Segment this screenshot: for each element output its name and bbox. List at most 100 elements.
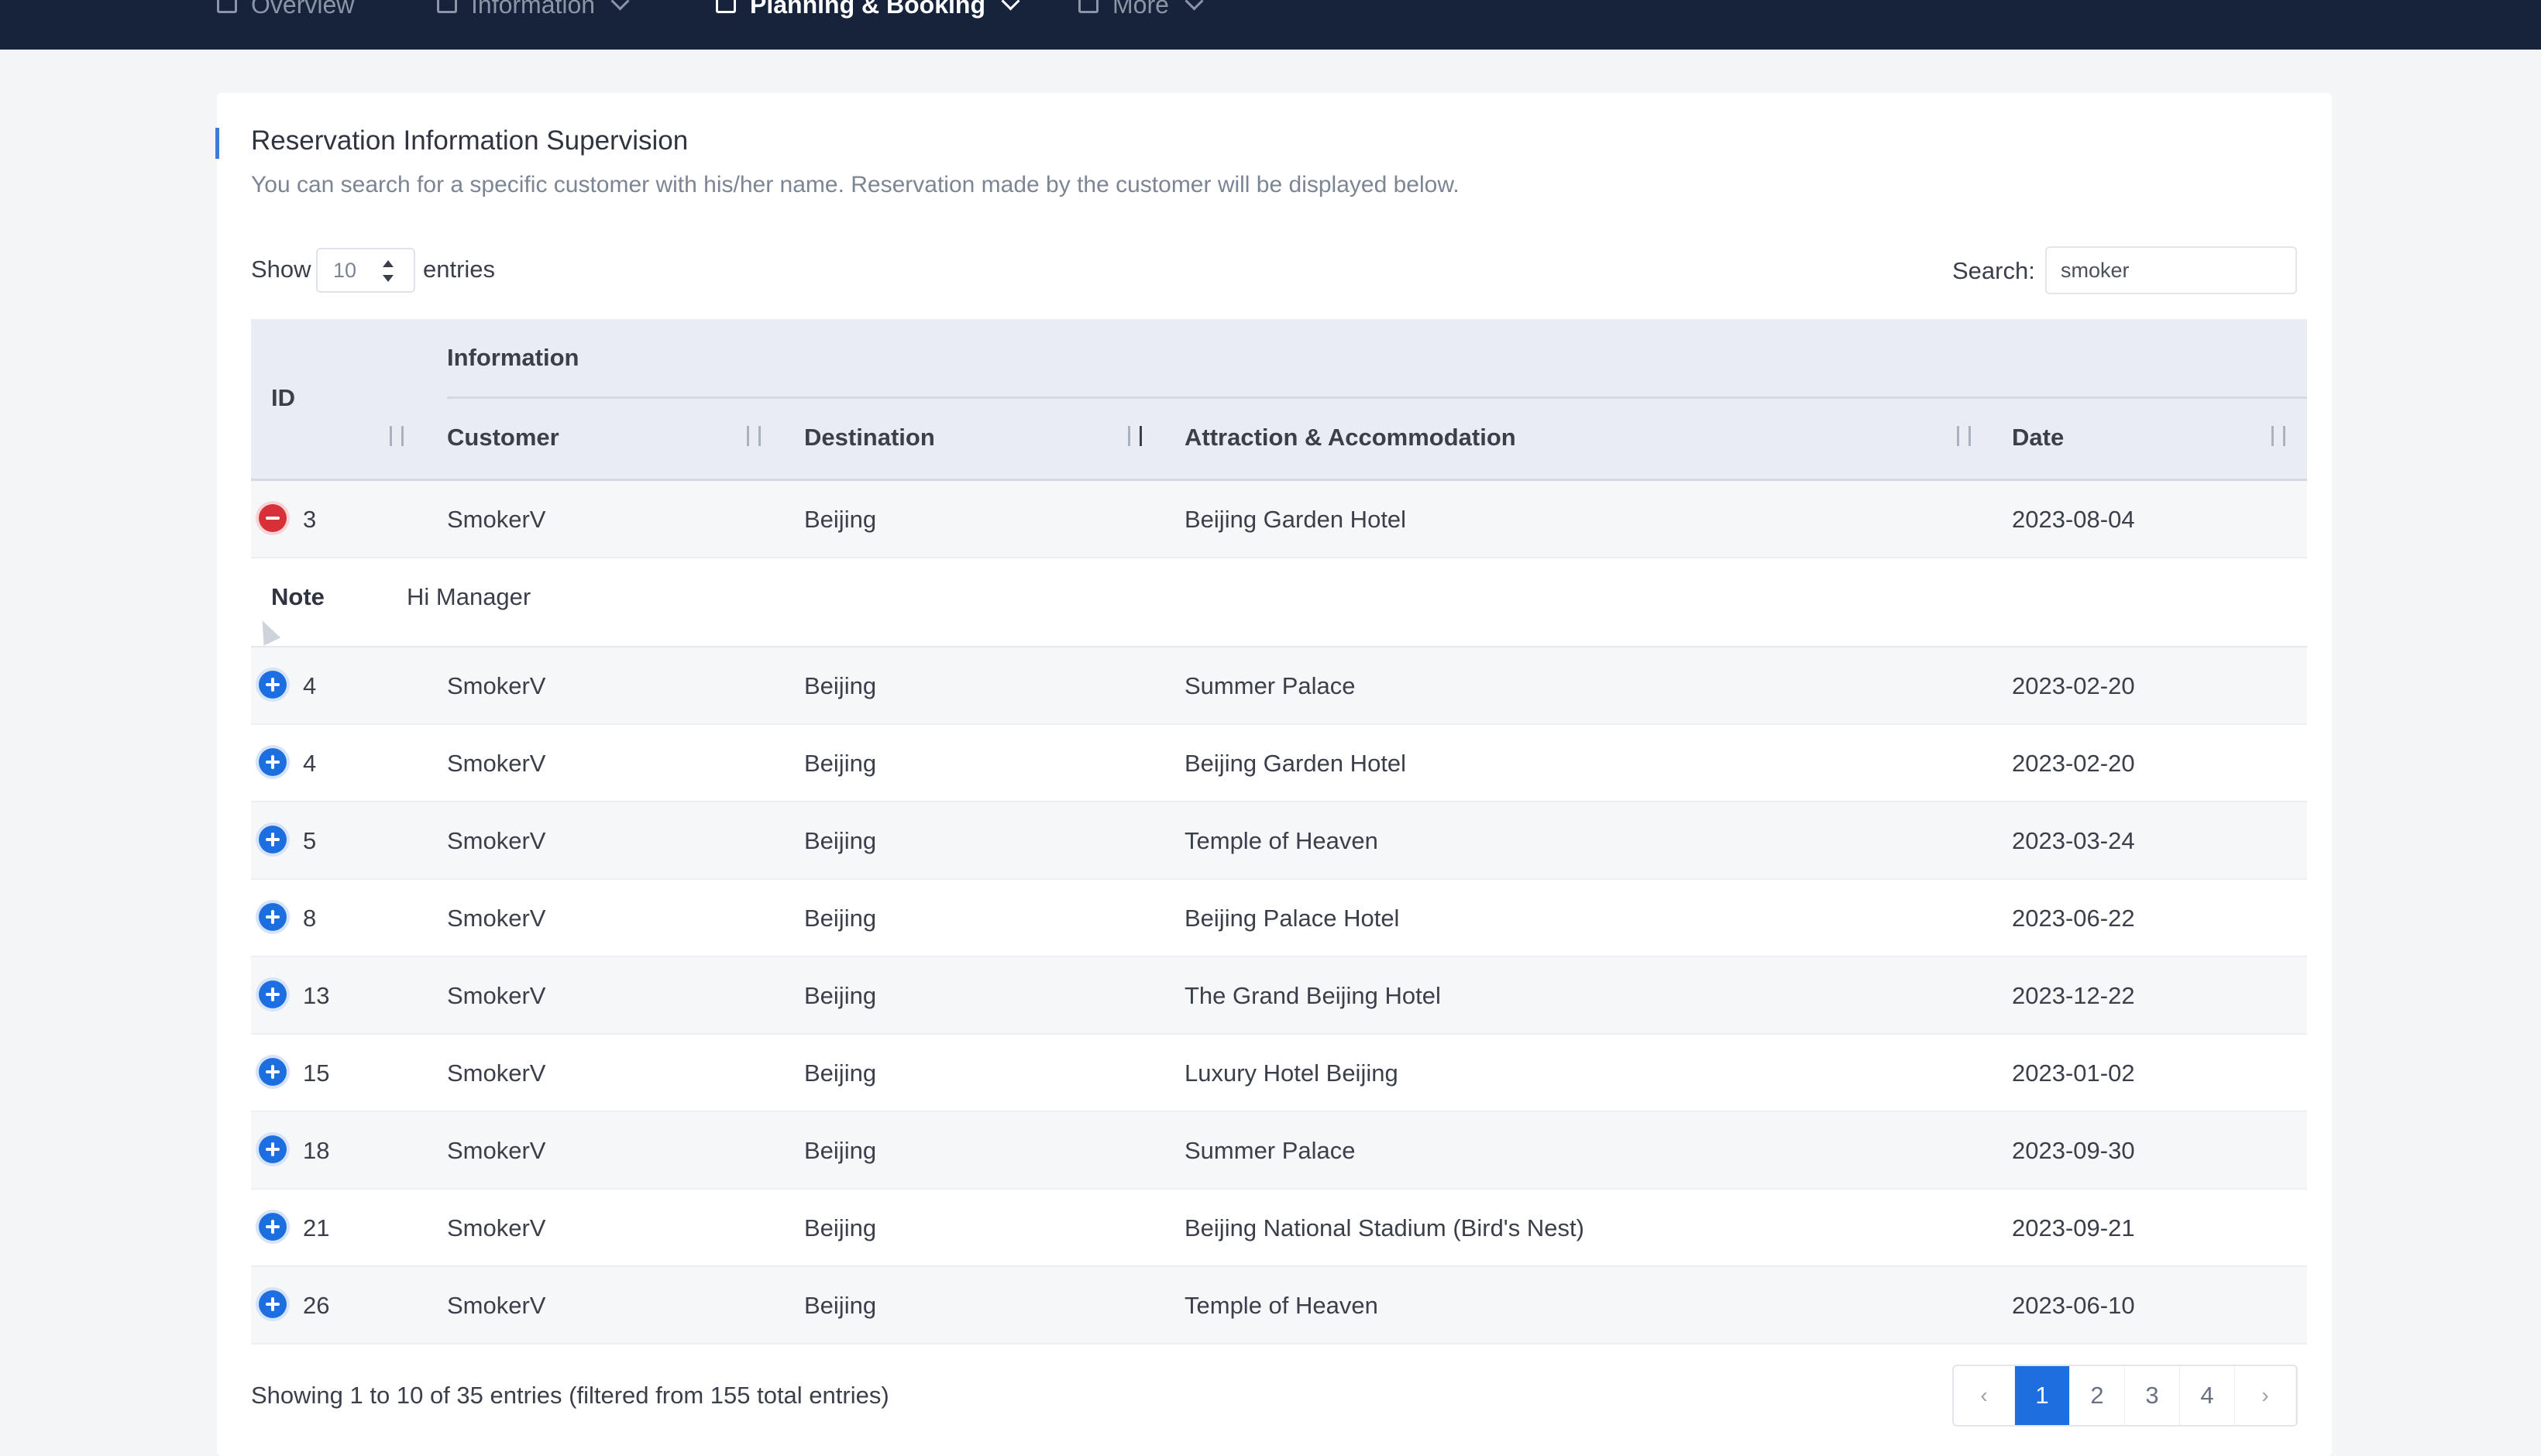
chevron-down-icon xyxy=(610,0,630,11)
nav-planning-booking-label: Planning & Booking xyxy=(750,0,985,19)
nav-information-label: Information xyxy=(471,0,596,19)
sort-icon[interactable] xyxy=(745,424,762,448)
sort-descending-icon[interactable] xyxy=(1126,424,1143,448)
top-navigation: Overview Information Planning & Booking … xyxy=(0,0,2541,50)
nav-overview[interactable]: Overview xyxy=(217,0,354,20)
cell-attraction: Temple of Heaven xyxy=(1185,1292,1378,1319)
cell-id: 5 xyxy=(303,827,317,854)
pagination-previous[interactable]: ‹ xyxy=(1954,1366,2015,1425)
search-input[interactable] xyxy=(2045,246,2297,294)
nav-planning-booking[interactable]: Planning & Booking xyxy=(716,0,1020,20)
cell-destination: Beijing xyxy=(804,905,877,932)
entries-length-select[interactable]: 10 xyxy=(316,248,415,293)
cell-customer: SmokerV xyxy=(447,750,546,777)
cell-id: 15 xyxy=(303,1059,330,1087)
cell-date: 2023-12-22 xyxy=(2012,982,2135,1009)
cell-date: 2023-02-20 xyxy=(2012,750,2135,777)
cell-id: 4 xyxy=(303,750,317,777)
cell-id: 18 xyxy=(303,1137,330,1164)
table-row: 26 SmokerV Beijing Temple of Heaven 2023… xyxy=(251,1267,2307,1344)
table-row: 5 SmokerV Beijing Temple of Heaven 2023-… xyxy=(251,802,2307,880)
entries-length-value: 10 xyxy=(333,259,357,282)
cell-attraction: The Grand Beijing Hotel xyxy=(1185,982,1441,1009)
sort-icon[interactable] xyxy=(2270,424,2287,448)
cell-attraction: Beijing Garden Hotel xyxy=(1185,750,1407,777)
cell-customer: SmokerV xyxy=(447,982,546,1009)
expand-row-icon[interactable] xyxy=(259,903,287,931)
cell-id: 3 xyxy=(303,506,317,533)
cell-date: 2023-08-04 xyxy=(2012,506,2135,533)
cell-attraction: Summer Palace xyxy=(1185,672,1356,699)
pagination-next[interactable]: › xyxy=(2235,1366,2296,1425)
column-header-id[interactable]: ID xyxy=(271,384,295,412)
dashboard-icon xyxy=(217,0,237,13)
cell-customer: SmokerV xyxy=(447,1214,546,1241)
table-row: 13 SmokerV Beijing The Grand Beijing Hot… xyxy=(251,957,2307,1035)
cell-customer: SmokerV xyxy=(447,1137,546,1164)
cell-attraction: Temple of Heaven xyxy=(1185,827,1378,854)
header-divider xyxy=(447,397,2307,399)
table-row: 4 SmokerV Beijing Summer Palace 2023-02-… xyxy=(251,647,2307,725)
cell-attraction: Luxury Hotel Beijing xyxy=(1185,1059,1398,1087)
column-header-attraction[interactable]: Attraction & Accommodation xyxy=(1185,424,1516,452)
cell-id: 13 xyxy=(303,982,330,1009)
table-body: 3 SmokerV Beijing Beijing Garden Hotel 2… xyxy=(251,481,2307,1344)
cell-destination: Beijing xyxy=(804,750,877,777)
cell-customer: SmokerV xyxy=(447,827,546,854)
nav-more[interactable]: More xyxy=(1078,0,1204,20)
column-header-customer[interactable]: Customer xyxy=(447,424,559,452)
table-row: 21 SmokerV Beijing Beijing National Stad… xyxy=(251,1190,2307,1267)
row-details: Note Hi Manager xyxy=(251,558,2307,647)
chevron-down-icon xyxy=(1185,0,1204,11)
pagination-page[interactable]: 2 xyxy=(2070,1366,2125,1425)
column-header-destination[interactable]: Destination xyxy=(804,424,935,452)
pagination: ‹ 1 2 3 4 › xyxy=(1952,1365,2298,1427)
nav-information[interactable]: Information xyxy=(437,0,630,20)
cell-customer: SmokerV xyxy=(447,506,546,533)
table-row: 4 SmokerV Beijing Beijing Garden Hotel 2… xyxy=(251,725,2307,802)
page-subtitle: You can search for a specific customer w… xyxy=(251,172,1460,197)
column-header-date[interactable]: Date xyxy=(2012,424,2064,452)
expand-row-icon[interactable] xyxy=(259,1290,287,1318)
expand-row-icon[interactable] xyxy=(259,1135,287,1163)
cell-date: 2023-06-22 xyxy=(2012,905,2135,932)
nav-more-label: More xyxy=(1112,0,1169,19)
note-value: Hi Manager xyxy=(407,583,531,610)
sort-icon[interactable] xyxy=(388,424,405,448)
entries-label: entries xyxy=(423,256,496,283)
page-title: Reservation Information Supervision xyxy=(251,125,689,156)
expand-row-icon[interactable] xyxy=(259,748,287,776)
expand-row-icon[interactable] xyxy=(259,1058,287,1086)
expand-row-icon[interactable] xyxy=(259,671,287,699)
cell-id: 21 xyxy=(303,1214,330,1241)
cell-date: 2023-06-10 xyxy=(2012,1292,2135,1319)
cell-destination: Beijing xyxy=(804,1059,877,1087)
cell-id: 4 xyxy=(303,672,317,699)
cell-date: 2023-09-30 xyxy=(2012,1137,2135,1164)
cell-destination: Beijing xyxy=(804,672,877,699)
pagination-page[interactable]: 4 xyxy=(2180,1366,2235,1425)
cell-id: 8 xyxy=(303,905,317,932)
cell-customer: SmokerV xyxy=(447,672,546,699)
table-row: 15 SmokerV Beijing Luxury Hotel Beijing … xyxy=(251,1035,2307,1112)
show-label: Show xyxy=(251,256,311,283)
expand-row-icon[interactable] xyxy=(259,980,287,1008)
document-icon xyxy=(437,0,457,13)
pagination-page[interactable]: 3 xyxy=(2125,1366,2180,1425)
nav-overview-label: Overview xyxy=(251,0,355,19)
expand-row-icon[interactable] xyxy=(259,1213,287,1241)
cell-destination: Beijing xyxy=(804,1214,877,1241)
calendar-icon xyxy=(716,0,736,13)
collapse-row-icon[interactable] xyxy=(259,504,287,532)
expand-row-icon[interactable] xyxy=(259,826,287,853)
cell-destination: Beijing xyxy=(804,982,877,1009)
cell-customer: SmokerV xyxy=(447,1292,546,1319)
cell-destination: Beijing xyxy=(804,1292,877,1319)
table-info: Showing 1 to 10 of 35 entries (filtered … xyxy=(251,1382,889,1409)
select-arrows-icon xyxy=(383,260,394,282)
cell-date: 2023-09-21 xyxy=(2012,1214,2135,1241)
sort-icon[interactable] xyxy=(1955,424,1972,448)
pagination-page[interactable]: 1 xyxy=(2015,1366,2070,1425)
cell-customer: SmokerV xyxy=(447,1059,546,1087)
table-row: 18 SmokerV Beijing Summer Palace 2023-09… xyxy=(251,1112,2307,1190)
